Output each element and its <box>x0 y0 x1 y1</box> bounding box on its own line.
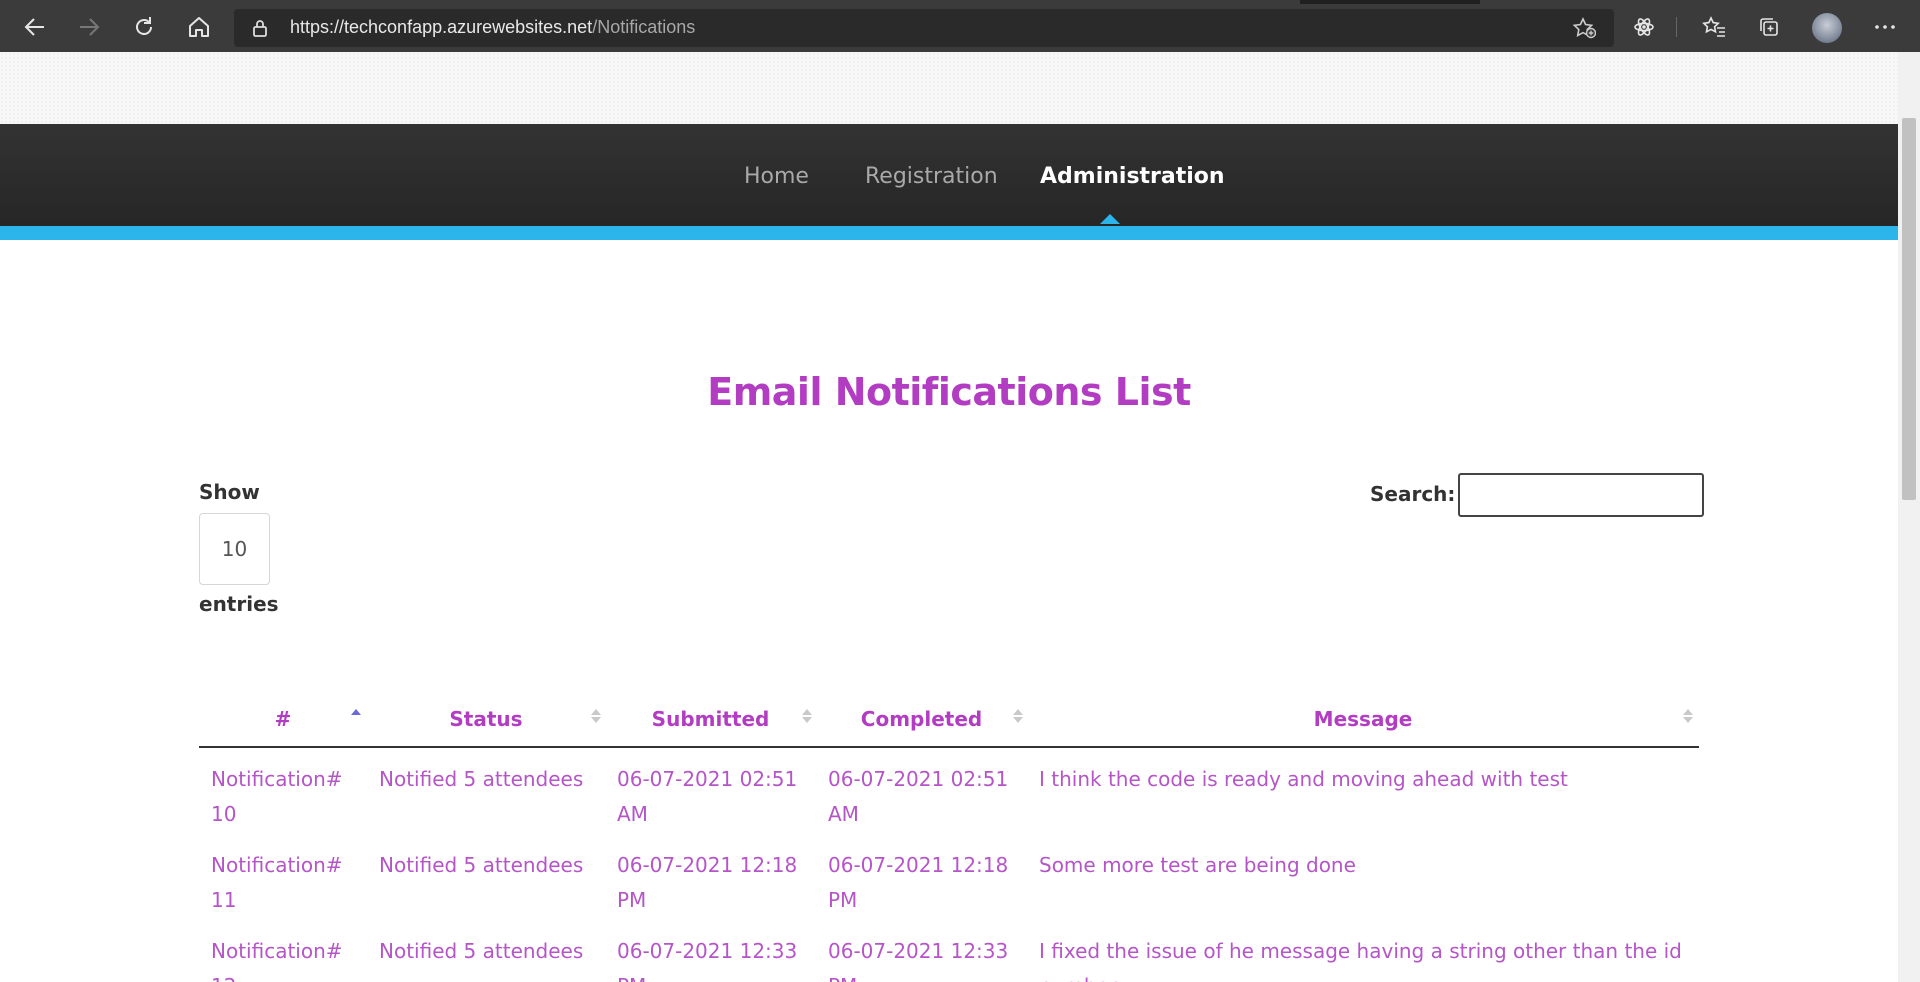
page-size-select[interactable]: 10 <box>199 513 270 585</box>
cell-message: I fixed the issue of he message having a… <box>1039 939 1682 982</box>
cell-status: Notified 5 attendees <box>379 939 584 963</box>
cell-submitted: 06-07-2021 12:18 PM <box>617 853 798 912</box>
header-background <box>0 52 1898 124</box>
column-header-message[interactable]: Message <box>1027 692 1699 748</box>
cell-message: Some more test are being done <box>1039 853 1356 877</box>
more-icon[interactable] <box>1868 10 1902 44</box>
active-nav-indicator <box>1100 214 1120 224</box>
collections-icon[interactable] <box>1752 10 1786 44</box>
notifications-table: # Status Submitted Completed Message Not… <box>199 692 1699 982</box>
cell-submitted: 06-07-2021 02:51 AM <box>617 767 798 826</box>
column-header-submitted-label: Submitted <box>651 707 770 731</box>
nav-item-home[interactable]: Home <box>744 164 809 189</box>
sort-icon <box>1683 709 1693 729</box>
column-header-id-label: # <box>274 707 292 731</box>
cell-id: Notification# 11 <box>211 853 343 912</box>
sort-icon <box>802 709 812 729</box>
table-header-row: # Status Submitted Completed Message <box>199 692 1699 748</box>
nav-accent-bar <box>0 226 1898 240</box>
column-header-completed[interactable]: Completed <box>816 692 1027 748</box>
vertical-scrollbar[interactable] <box>1898 52 1920 982</box>
column-header-completed-label: Completed <box>860 707 983 731</box>
url-path: /Notifications <box>592 17 696 37</box>
column-header-id[interactable]: # <box>199 692 367 748</box>
profile-avatar[interactable] <box>1812 13 1842 43</box>
cell-completed: 06-07-2021 02:51 AM <box>828 767 1009 826</box>
table-row: Notification# 10 Notified 5 attendees 06… <box>199 747 1699 834</box>
nav-item-registration[interactable]: Registration <box>865 164 998 189</box>
cell-completed: 06-07-2021 12:33 PM <box>828 939 1009 982</box>
sort-icon <box>591 709 601 729</box>
cell-id: Notification# 12 <box>211 939 343 982</box>
cell-message: I think the code is ready and moving ahe… <box>1039 767 1568 791</box>
sort-icon <box>1013 709 1023 729</box>
url-text: https://techconfapp.azurewebsites.net/No… <box>290 17 695 38</box>
tab-strip <box>0 0 1920 4</box>
cell-completed: 06-07-2021 12:18 PM <box>828 853 1009 912</box>
column-header-status[interactable]: Status <box>367 692 605 748</box>
show-label: Show <box>199 480 260 504</box>
toolbar-divider <box>1676 17 1677 37</box>
favorites-icon[interactable] <box>1697 10 1731 44</box>
nav-item-administration[interactable]: Administration <box>1040 164 1225 189</box>
refresh-icon[interactable] <box>127 10 161 44</box>
main-navigation: Home Registration Administration <box>0 124 1898 226</box>
add-favorite-icon[interactable] <box>1572 17 1597 43</box>
column-header-status-label: Status <box>449 707 523 731</box>
lock-icon[interactable] <box>252 19 268 41</box>
back-icon[interactable] <box>18 10 52 44</box>
table-row: Notification# 12 Notified 5 attendees 06… <box>199 920 1699 982</box>
page-viewport: Home Registration Administration Email N… <box>0 52 1898 982</box>
cell-status: Notified 5 attendees <box>379 853 584 877</box>
search-input[interactable] <box>1458 473 1704 517</box>
cell-submitted: 06-07-2021 12:33 PM <box>617 939 798 982</box>
url-host: https://techconfapp.azurewebsites.net <box>290 17 593 37</box>
address-bar[interactable]: https://techconfapp.azurewebsites.net/No… <box>234 9 1614 47</box>
home-icon[interactable] <box>182 10 216 44</box>
sort-ascending-icon <box>351 709 361 729</box>
extension-icon[interactable] <box>1627 10 1661 44</box>
cell-status: Notified 5 attendees <box>379 767 584 791</box>
column-header-message-label: Message <box>1313 707 1413 731</box>
forward-icon[interactable] <box>72 10 106 44</box>
column-header-submitted[interactable]: Submitted <box>605 692 816 748</box>
browser-toolbar: https://techconfapp.azurewebsites.net/No… <box>0 0 1920 52</box>
entries-label: entries <box>199 592 279 616</box>
scrollbar-thumb[interactable] <box>1902 118 1916 500</box>
cell-id: Notification# 10 <box>211 767 343 826</box>
page-title: Email Notifications List <box>707 370 1191 414</box>
search-label: Search: <box>1370 482 1456 506</box>
table-row: Notification# 11 Notified 5 attendees 06… <box>199 834 1699 920</box>
